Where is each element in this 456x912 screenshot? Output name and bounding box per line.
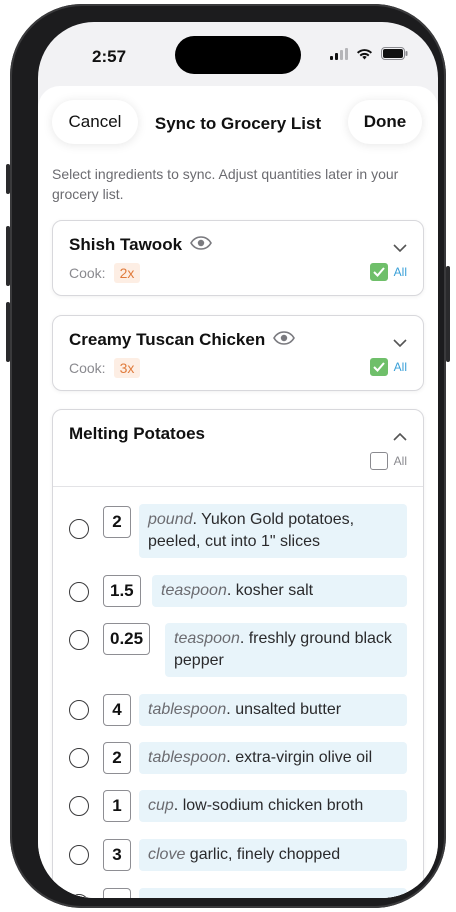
ingredient-unit: pound	[148, 511, 193, 528]
select-all-toggle[interactable]: All	[369, 263, 407, 281]
ingredient-text: teaspoon. freshly ground black pepper	[165, 623, 407, 677]
ingredient-radio[interactable]	[69, 630, 89, 650]
recipe-title: Creamy Tuscan Chicken	[69, 330, 296, 350]
status-time: 2:57	[92, 47, 127, 66]
quantity-box[interactable]: 2	[103, 742, 131, 774]
power-button	[446, 266, 450, 362]
recipe-name: Melting Potatoes	[69, 424, 206, 443]
ingredient-unit: cup	[148, 797, 174, 814]
checkmark-icon	[372, 267, 385, 277]
ingredient-desc: . kosher salt	[226, 582, 314, 599]
ingredient-text: tablespoon. extra-virgin olive oil	[139, 742, 407, 774]
select-all-label: All	[393, 454, 407, 468]
select-all-label: All	[393, 265, 407, 279]
battery-icon	[381, 47, 408, 65]
ingredient-text: clove garlic, finely chopped	[139, 839, 407, 871]
chevron-down-icon[interactable]	[393, 334, 407, 352]
quantity-box[interactable]: 1.5	[103, 575, 141, 607]
ingredient-radio[interactable]	[69, 519, 89, 539]
ingredient-unit: tablespoon	[148, 701, 227, 718]
ingredient-text: pound. Yukon Gold potatoes, peeled, cut …	[139, 504, 407, 558]
checkmark-icon	[372, 362, 385, 372]
wifi-icon	[356, 47, 373, 65]
chevron-down-icon[interactable]	[393, 239, 407, 257]
ingredient-unit: clove	[148, 846, 186, 863]
select-all-checkbox[interactable]	[369, 263, 388, 281]
recipe-card-creamy-tuscan-chicken[interactable]: Creamy Tuscan Chicken Cook: 3x All	[52, 315, 424, 391]
recipe-title: Melting Potatoes	[69, 424, 205, 444]
cook-label: Cook:	[69, 265, 106, 281]
device-frame: 2:57 Cancel Sync to Grocery List Done Se…	[6, 4, 450, 908]
ingredient-desc: . unsalted butter	[226, 701, 342, 718]
ingredient-text: teaspoon. kosher salt	[152, 575, 407, 607]
multiplier-badge[interactable]: 2x	[113, 263, 141, 283]
instruction-text: Select ingredients to sync. Adjust quant…	[52, 166, 399, 202]
cook-multiplier: Cook: 2x	[69, 263, 141, 283]
dynamic-island	[175, 36, 301, 74]
recipe-title: Shish Tawook	[69, 235, 212, 255]
chevron-up-icon[interactable]	[393, 428, 407, 446]
status-icons	[330, 47, 408, 65]
sheet-nav: Cancel Sync to Grocery List Done	[38, 86, 438, 162]
volume-down-button	[6, 302, 10, 362]
signal-icon	[330, 47, 348, 65]
ingredient-unit: teaspoon	[174, 630, 240, 647]
quantity-box[interactable]	[103, 888, 131, 898]
ingredient-radio[interactable]	[69, 796, 89, 816]
quantity-box[interactable]: 1	[103, 790, 131, 822]
ingredient-desc: garlic, finely chopped	[185, 846, 341, 863]
ingredient-radio[interactable]	[69, 894, 89, 898]
cook-label: Cook:	[69, 360, 106, 376]
ingredient-desc: . extra-virgin olive oil	[226, 749, 373, 766]
select-all-label: All	[393, 360, 407, 374]
ingredient-unit: tablespoon	[148, 749, 227, 766]
cook-multiplier: Cook: 3x	[69, 358, 141, 378]
select-all-checkbox[interactable]	[369, 452, 388, 470]
ingredient-unit: teaspoon	[161, 582, 227, 599]
eye-icon[interactable]	[190, 235, 212, 255]
select-all-checkbox[interactable]	[369, 358, 388, 376]
recipe-name: Shish Tawook	[69, 235, 183, 254]
ingredient-text: cup. low-sodium chicken broth	[139, 790, 407, 822]
recipe-card-shish-tawook[interactable]: Shish Tawook Cook: 2x All	[52, 220, 424, 296]
recipe-card-melting-potatoes[interactable]: Melting Potatoes All 2 pound. Yukon Gold…	[52, 409, 424, 898]
multiplier-badge[interactable]: 3x	[113, 358, 141, 378]
divider	[53, 486, 423, 487]
quantity-box[interactable]: 3	[103, 839, 131, 871]
ingredient-radio[interactable]	[69, 845, 89, 865]
quantity-box[interactable]: 2	[103, 506, 131, 538]
action-button	[6, 164, 10, 194]
sync-sheet: Cancel Sync to Grocery List Done Select …	[38, 86, 438, 898]
ingredient-radio[interactable]	[69, 582, 89, 602]
ingredient-desc: . low-sodium chicken broth	[173, 797, 364, 814]
recipe-name: Creamy Tuscan Chicken	[69, 330, 266, 349]
quantity-box[interactable]: 0.25	[103, 623, 151, 655]
status-bar: 2:57	[38, 22, 438, 88]
done-button[interactable]: Done	[348, 100, 422, 144]
ingredient-radio[interactable]	[69, 748, 89, 768]
screen: 2:57 Cancel Sync to Grocery List Done Se…	[38, 22, 438, 898]
select-all-toggle[interactable]: All	[369, 452, 407, 470]
select-all-toggle[interactable]: All	[369, 358, 407, 376]
ingredient-text: tablespoon. unsalted butter	[139, 694, 407, 726]
quantity-box[interactable]: 4	[103, 694, 131, 726]
ingredient-text	[139, 888, 407, 898]
eye-icon[interactable]	[273, 330, 296, 350]
ingredient-radio[interactable]	[69, 700, 89, 720]
volume-up-button	[6, 226, 10, 286]
